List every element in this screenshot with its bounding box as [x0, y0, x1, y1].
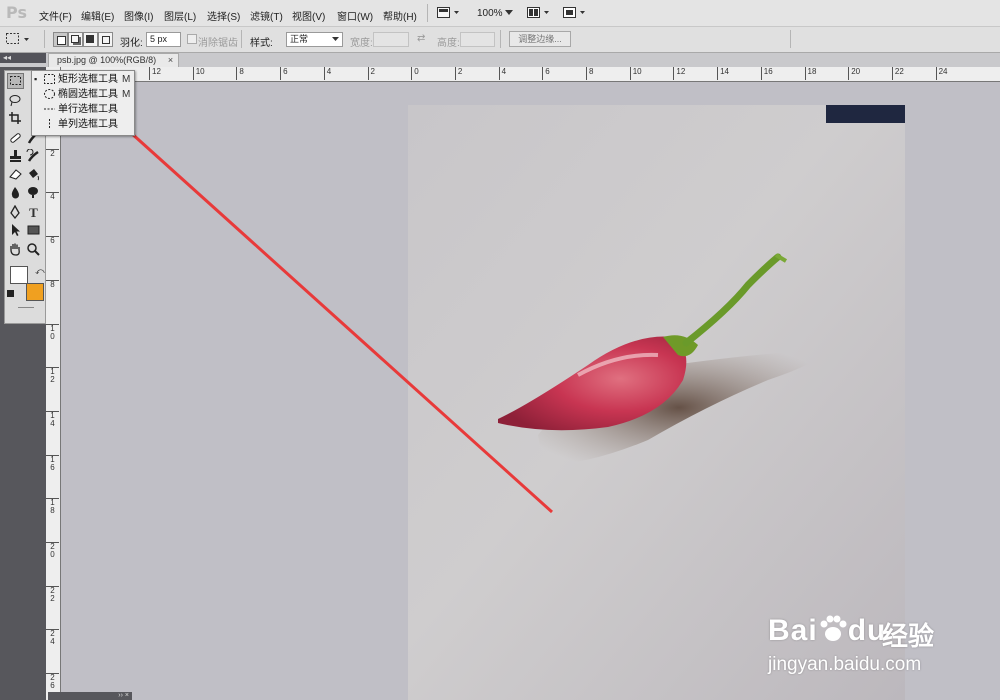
- marquee-tool-flyout: ▪ 矩形选框工具 M 椭圆选框工具 M 单行选框工具 单列选框工具: [31, 70, 135, 136]
- watermark-brand: Bai: [768, 614, 818, 647]
- flyout-label: 单列选框工具: [58, 119, 118, 130]
- ellipse-marquee-icon: [44, 89, 55, 99]
- flyout-item-single-column-marquee[interactable]: 单列选框工具: [32, 117, 134, 132]
- rect-marquee-icon: [44, 74, 55, 84]
- annotation-arrow: [79, 85, 554, 514]
- flyout-label: 单行选框工具: [58, 104, 118, 115]
- flyout-label: 椭圆选框工具: [58, 89, 118, 100]
- flyout-label: 矩形选框工具: [58, 74, 118, 85]
- baidu-watermark: Bai du: [768, 614, 886, 648]
- paw-icon: [820, 615, 847, 641]
- watermark-cn: 经验: [882, 621, 935, 651]
- flyout-shortcut: M: [122, 89, 131, 100]
- watermark-url: jingyan.baidu.com: [768, 654, 922, 675]
- flyout-item-single-row-marquee[interactable]: 单行选框工具: [32, 102, 134, 117]
- flyout-item-ellipse-marquee[interactable]: 椭圆选框工具 M: [32, 87, 134, 102]
- active-tool-bullet: ▪: [34, 74, 38, 84]
- single-row-marquee-icon: [44, 108, 55, 110]
- single-column-marquee-icon: [49, 119, 50, 129]
- flyout-shortcut: M: [122, 74, 131, 85]
- flyout-item-rect-marquee[interactable]: ▪ 矩形选框工具 M: [32, 72, 134, 87]
- collapsed-panel-strip[interactable]: ›› ×: [48, 692, 132, 700]
- watermark-brand-2: du: [847, 614, 887, 647]
